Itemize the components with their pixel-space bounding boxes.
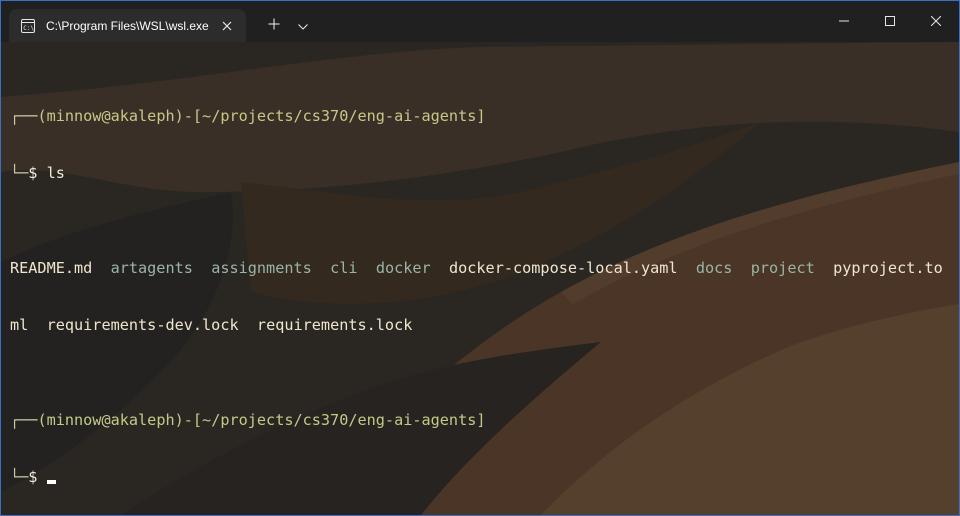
ls-output-line: ml requirements-dev.lock requirements.lo…	[10, 316, 959, 335]
chevron-down-icon	[298, 17, 308, 35]
tab-title: C:\Program Files\WSL\wsl.exe	[46, 18, 209, 33]
prompt-path: ~/projects/cs370/eng-ai-agents	[202, 411, 477, 429]
minimize-icon	[839, 13, 849, 31]
ls-output-line: README.md artagents assignments cli dock…	[10, 259, 959, 278]
profile-dropdown-button[interactable]	[290, 9, 316, 42]
prompt-paren: (	[37, 411, 47, 429]
prompt-separator: )-[	[174, 411, 203, 429]
directory-entry: docker	[375, 259, 431, 277]
close-window-button[interactable]	[913, 1, 959, 42]
file-entry: docker-compose-local.yaml	[448, 259, 678, 277]
prompt-corner: └─	[10, 164, 29, 182]
directory-entry: artagents	[110, 259, 193, 277]
prompt-line-top: ┌──(minnow@akaleph)-[~/projects/cs370/en…	[10, 411, 959, 430]
svg-text:C:\: C:\	[23, 25, 34, 32]
prompt-corner: └─	[10, 468, 29, 486]
prompt-path: ~/projects/cs370/eng-ai-agents	[202, 107, 477, 125]
directory-entry: cli	[330, 259, 358, 277]
file-entry: pyproject.to	[833, 259, 943, 277]
close-icon	[930, 13, 942, 31]
maximize-button[interactable]	[867, 1, 913, 42]
file-entry: ml	[10, 316, 29, 334]
text-cursor	[46, 480, 56, 484]
tab-wsl[interactable]: C:\ C:\Program Files\WSL\wsl.exe	[9, 9, 246, 42]
window-controls	[821, 1, 959, 42]
prompt-user-host: minnow@akaleph	[46, 411, 175, 429]
file-entry: requirements.lock	[256, 316, 413, 334]
prompt-line-bottom: └─$ ls	[10, 164, 959, 183]
maximize-icon	[885, 13, 895, 31]
terminal-window: C:\ C:\Program Files\WSL\wsl.exe ┌──(min…	[0, 0, 960, 516]
directory-entry: docs	[695, 259, 733, 277]
prompt-corner: ┌──	[10, 411, 38, 429]
command-text: ls	[46, 164, 65, 182]
terminal-output: ┌──(minnow@akaleph)-[~/projects/cs370/en…	[10, 50, 959, 515]
file-entry: README.md	[10, 259, 93, 277]
close-icon[interactable]	[216, 15, 238, 37]
prompt-line-bottom: └─$	[10, 468, 959, 487]
prompt-corner: ┌──	[10, 107, 38, 125]
directory-entry: project	[750, 259, 815, 277]
directory-entry: assignments	[211, 259, 312, 277]
title-bar: C:\ C:\Program Files\WSL\wsl.exe	[1, 1, 959, 42]
prompt-line-top: ┌──(minnow@akaleph)-[~/projects/cs370/en…	[10, 107, 959, 126]
plus-icon	[268, 17, 280, 35]
terminal-icon: C:\	[20, 18, 36, 34]
prompt-paren: (	[37, 107, 47, 125]
prompt-bracket: ]	[476, 411, 486, 429]
new-tab-button[interactable]	[258, 9, 290, 42]
prompt-user-host: minnow@akaleph	[46, 107, 175, 125]
minimize-button[interactable]	[821, 1, 867, 42]
prompt-bracket: ]	[476, 107, 486, 125]
file-entry: requirements-dev.lock	[46, 316, 239, 334]
prompt-separator: )-[	[174, 107, 203, 125]
terminal-pane[interactable]: ┌──(minnow@akaleph)-[~/projects/cs370/en…	[1, 42, 959, 515]
